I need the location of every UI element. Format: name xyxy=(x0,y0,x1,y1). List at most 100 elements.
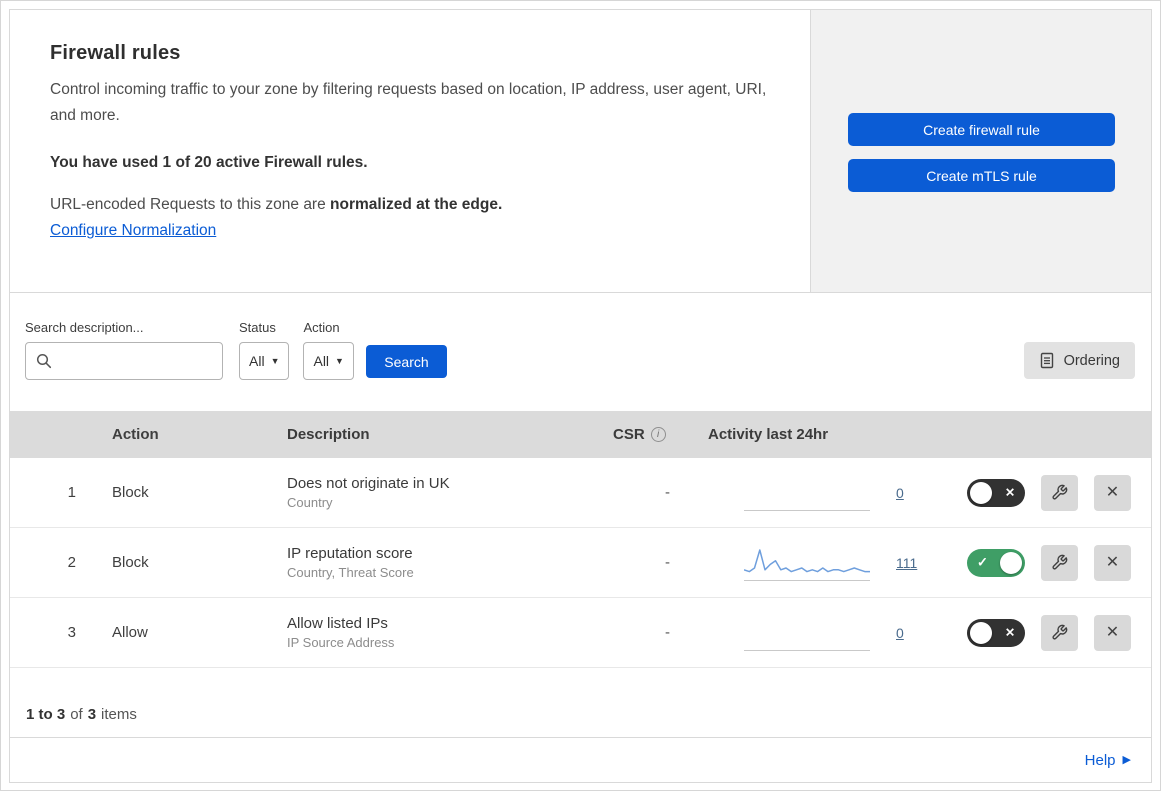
rule-title: Does not originate in UK xyxy=(287,475,450,492)
items-total: 3 xyxy=(87,706,97,723)
wrench-icon xyxy=(1052,484,1068,500)
table-row: 2 Block IP reputation score Country, Thr… xyxy=(10,528,1151,598)
search-group: Search description... xyxy=(25,320,223,380)
table-header: Action Description CSR i Activity last 2… xyxy=(10,411,1151,458)
rule-enabled-toggle[interactable]: ✕ ✓ xyxy=(967,618,1025,647)
delete-rule-button[interactable]: ✕ xyxy=(1094,544,1131,581)
rule-description: IP reputation score Country, Threat Scor… xyxy=(265,545,595,580)
ordering-button[interactable]: Ordering xyxy=(1023,342,1135,379)
column-header-description: Description xyxy=(287,426,370,443)
close-icon: ✕ xyxy=(1105,483,1120,501)
activity-sparkline xyxy=(744,475,870,511)
action-filter-group: Action All ▼ xyxy=(303,320,354,380)
edit-rule-button[interactable] xyxy=(1041,544,1078,581)
rule-action: Block xyxy=(112,484,149,501)
rule-controls: ✕ ✓ ✕ xyxy=(950,474,1151,511)
table-row: 1 Block Does not originate in UK Country… xyxy=(10,458,1151,528)
help-link[interactable]: Help ▶ xyxy=(1085,752,1131,769)
action-label: Action xyxy=(303,320,340,335)
status-label: Status xyxy=(239,320,276,335)
toggle-knob xyxy=(1000,551,1022,574)
rule-controls: ✕ ✓ ✕ xyxy=(950,614,1151,651)
activity-count-link[interactable]: 0 xyxy=(896,485,904,501)
rule-title: IP reputation score xyxy=(287,545,413,562)
create-firewall-rule-button[interactable]: Create firewall rule xyxy=(848,113,1115,146)
wrench-icon xyxy=(1052,554,1068,570)
rule-title: Allow listed IPs xyxy=(287,615,388,632)
search-button[interactable]: Search xyxy=(365,345,447,378)
arrow-right-icon: ▶ xyxy=(1122,753,1131,766)
firewall-rules-card: Firewall rules Control incoming traffic … xyxy=(9,9,811,293)
column-header-activity: Activity last 24hr xyxy=(708,426,829,443)
chevron-down-icon: ▼ xyxy=(270,355,280,366)
rules-panel: Search description... Status All ▼ Actio… xyxy=(9,293,1152,783)
create-mtls-rule-button[interactable]: Create mTLS rule xyxy=(848,159,1115,192)
normalization-text: URL-encoded Requests to this zone are xyxy=(50,196,331,214)
action-dropdown[interactable]: All ▼ xyxy=(303,342,354,380)
search-field xyxy=(25,342,223,380)
toggle-off-icon: ✕ xyxy=(1004,485,1015,500)
rule-csr-value: - xyxy=(665,624,670,641)
delete-rule-button[interactable]: ✕ xyxy=(1094,614,1131,651)
filter-bar: Search description... Status All ▼ Actio… xyxy=(10,293,1151,411)
wrench-icon xyxy=(1052,624,1068,640)
rule-action: Allow xyxy=(112,624,148,641)
column-header-csr: CSR i xyxy=(595,426,700,443)
table-footer: 1 to 3 of 3 items xyxy=(10,668,1151,737)
activity-count-link[interactable]: 0 xyxy=(896,625,904,641)
close-icon: ✕ xyxy=(1105,553,1120,571)
close-icon: ✕ xyxy=(1105,623,1120,641)
items-label: items xyxy=(101,706,137,723)
rule-description: Allow listed IPs IP Source Address xyxy=(265,615,595,650)
search-description-input[interactable] xyxy=(25,342,223,380)
page-title: Firewall rules xyxy=(50,42,181,64)
status-filter-group: Status All ▼ xyxy=(239,320,290,380)
rule-filter-fields: Country, Threat Score xyxy=(287,565,414,580)
column-header-action: Action xyxy=(112,426,159,443)
normalization-bold: normalized at the edge. xyxy=(330,196,503,214)
rule-enabled-toggle[interactable]: ✕ ✓ xyxy=(967,478,1025,507)
search-icon xyxy=(36,353,52,369)
table-row: 3 Allow Allow listed IPs IP Source Addre… xyxy=(10,598,1151,668)
chevron-down-icon: ▼ xyxy=(335,355,344,366)
activity-sparkline xyxy=(744,615,870,651)
delete-rule-button[interactable]: ✕ xyxy=(1094,474,1131,511)
search-label: Search description... xyxy=(25,320,144,335)
help-label: Help xyxy=(1084,751,1116,769)
rule-enabled-toggle[interactable]: ✕ ✓ xyxy=(967,548,1025,577)
header-section: Firewall rules Control incoming traffic … xyxy=(9,9,1152,293)
header-actions-panel: Create firewall rule Create mTLS rule xyxy=(811,9,1152,293)
activity-count-link[interactable]: 111 xyxy=(896,555,917,571)
items-of-label: of xyxy=(70,706,83,723)
rule-priority: 3 xyxy=(67,624,76,641)
rule-filter-fields: Country xyxy=(287,495,333,510)
ordering-list-icon xyxy=(1040,352,1053,369)
normalization-note: URL-encoded Requests to this zone are no… xyxy=(50,196,770,214)
rule-controls: ✕ ✓ ✕ xyxy=(950,544,1151,581)
status-dropdown[interactable]: All ▼ xyxy=(239,342,290,380)
edit-rule-button[interactable] xyxy=(1041,474,1078,511)
rule-action: Block xyxy=(112,554,149,571)
items-range: 1 to 3 xyxy=(26,706,66,723)
csr-header-label: CSR xyxy=(613,426,645,443)
status-value: All xyxy=(249,353,265,369)
rule-activity: 111 xyxy=(700,545,950,581)
configure-normalization-link[interactable]: Configure Normalization xyxy=(50,222,216,240)
toggle-on-icon: ✓ xyxy=(977,554,988,570)
page-description: Control incoming traffic to your zone by… xyxy=(50,81,767,124)
rule-activity: 0 xyxy=(700,475,950,511)
activity-sparkline xyxy=(744,545,870,581)
toggle-off-icon: ✕ xyxy=(1004,625,1015,640)
rule-priority: 2 xyxy=(67,554,76,571)
ordering-label: Ordering xyxy=(1063,352,1120,369)
toggle-knob xyxy=(970,621,992,644)
action-value: All xyxy=(313,353,330,369)
edit-rule-button[interactable] xyxy=(1041,614,1078,651)
rule-description: Does not originate in UK Country xyxy=(265,475,595,510)
rule-csr-value: - xyxy=(665,554,670,571)
info-icon[interactable]: i xyxy=(650,427,666,442)
firewall-rules-page: Firewall rules Control incoming traffic … xyxy=(0,0,1161,791)
help-bar: Help ▶ xyxy=(10,737,1151,782)
rule-activity: 0 xyxy=(700,615,950,651)
usage-note: You have used 1 of 20 active Firewall ru… xyxy=(50,154,368,172)
